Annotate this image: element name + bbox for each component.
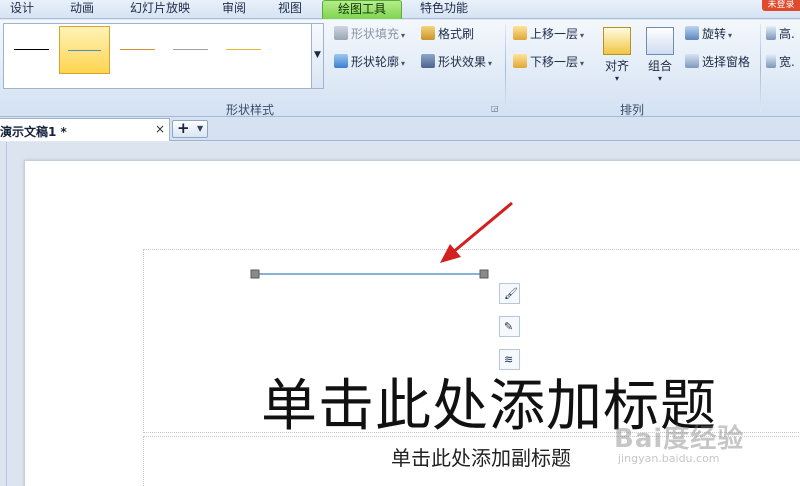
- annotation-arrow: [451, 201, 513, 255]
- presentation-window: { "menu_tabs": [ {"label": "设计", "active…: [0, 0, 800, 486]
- watermark: Bai度经验 jingyan.baidu.com: [614, 424, 745, 465]
- line-end-handle[interactable]: [479, 269, 489, 279]
- shape-overlay: [250, 201, 513, 279]
- line-start-handle[interactable]: [250, 269, 260, 279]
